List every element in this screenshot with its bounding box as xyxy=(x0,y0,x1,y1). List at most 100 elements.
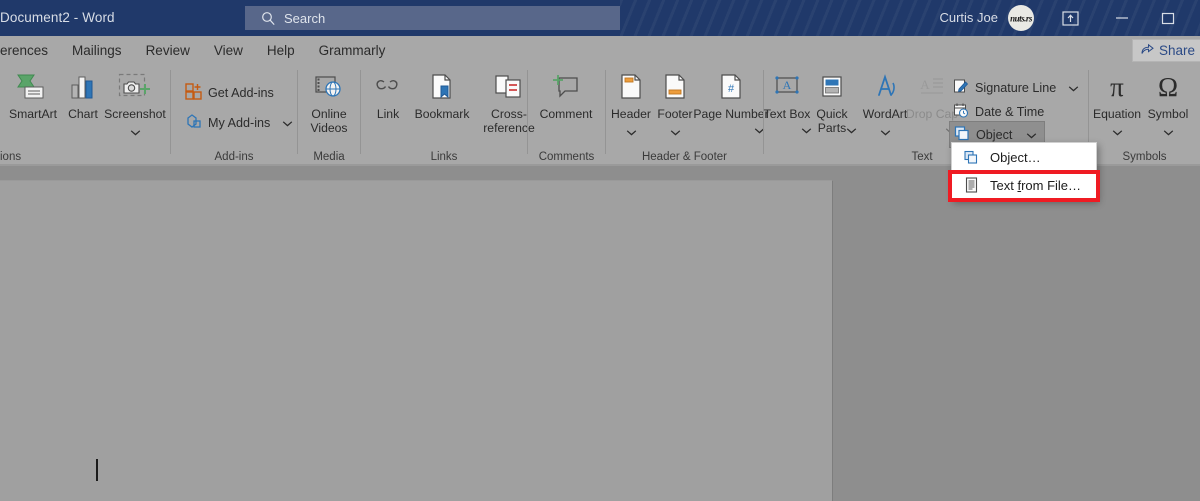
chevron-down-icon[interactable] xyxy=(626,123,637,141)
link-label: Link xyxy=(376,107,400,121)
screenshot-icon xyxy=(117,69,153,105)
signature-line-button[interactable]: Signature Line xyxy=(953,78,1079,97)
chevron-down-icon[interactable] xyxy=(1112,123,1123,141)
my-addins-icon xyxy=(185,113,202,133)
screenshot-label: Screenshot xyxy=(104,107,166,121)
word-window: Document2 - Word Search Curtis Joe nuts.… xyxy=(0,0,1200,501)
minimize-icon[interactable] xyxy=(1100,0,1144,36)
link-button[interactable]: Link xyxy=(365,69,411,122)
date-time-icon xyxy=(953,102,969,121)
get-addins-icon xyxy=(185,83,202,103)
maximize-icon[interactable] xyxy=(1146,0,1190,36)
cross-reference-icon xyxy=(494,69,524,105)
ribbon-group-add-ins: Get Add-ins My Add-ins Add-ins xyxy=(171,65,297,166)
account-name[interactable]: Curtis Joe xyxy=(939,10,998,25)
avatar-label: nuts.rs xyxy=(1010,12,1032,24)
menu-item-object[interactable]: Object… xyxy=(952,143,1096,171)
search-input[interactable]: Search xyxy=(245,6,620,30)
title-bar: Document2 - Word Search Curtis Joe nuts.… xyxy=(0,0,1200,36)
text-caret xyxy=(96,459,98,481)
ribbon-group-label-links: Links xyxy=(430,151,458,163)
share-button[interactable]: Share xyxy=(1131,39,1200,62)
header-icon xyxy=(618,69,644,105)
footer-label: Footer xyxy=(657,107,693,121)
search-placeholder: Search xyxy=(284,10,326,26)
ribbon-group-label-symbols: Symbols xyxy=(1122,151,1167,163)
get-add-ins-button[interactable]: Get Add-ins xyxy=(185,83,274,103)
symbol-button[interactable]: Ω Symbol xyxy=(1142,69,1194,141)
get-add-ins-label: Get Add-ins xyxy=(208,86,274,100)
online-videos-button[interactable]: Online Videos xyxy=(298,69,360,135)
ribbon-group-header-footer: Header Footer # Page Number Header & Foo… xyxy=(606,65,769,166)
footer-button[interactable]: Footer xyxy=(652,69,698,141)
ribbon-group-links: Link Bookmark Cross-reference Links xyxy=(361,65,535,166)
wordart-button[interactable]: WordArt xyxy=(856,69,914,141)
my-add-ins-button[interactable]: My Add-ins xyxy=(185,113,293,133)
object-label: Object xyxy=(976,127,1013,142)
smartart-icon xyxy=(16,69,50,105)
tab-view[interactable]: View xyxy=(202,36,255,65)
chart-icon xyxy=(68,69,98,105)
ribbon-group-media: Online Videos Media xyxy=(298,65,360,166)
ribbon-group-label-text: Text xyxy=(911,151,933,163)
quick-parts-icon xyxy=(819,69,845,105)
chevron-down-icon[interactable] xyxy=(282,116,293,130)
signature-line-icon xyxy=(953,78,969,97)
page-number-icon: # xyxy=(718,69,744,105)
link-icon xyxy=(373,69,403,105)
equation-label: Equation xyxy=(1092,107,1142,121)
chevron-down-icon[interactable] xyxy=(1068,81,1079,95)
tab-references[interactable]: erences xyxy=(0,36,60,65)
svg-text:#: # xyxy=(728,83,735,95)
comment-label: Comment xyxy=(539,107,593,121)
drop-cap-button[interactable]: A Drop Cap xyxy=(906,69,958,122)
object-icon xyxy=(962,150,980,165)
wordart-icon xyxy=(871,69,899,105)
tab-help[interactable]: Help xyxy=(255,36,307,65)
tab-mailings[interactable]: Mailings xyxy=(60,36,134,65)
ribbon-group-label-add-ins: Add-ins xyxy=(214,151,254,163)
comment-icon xyxy=(550,69,582,105)
equation-button[interactable]: π Equation xyxy=(1089,69,1145,141)
ribbon-group-label-header-footer: Header & Footer xyxy=(641,151,727,163)
equation-icon: π xyxy=(1110,72,1124,102)
chevron-down-icon[interactable] xyxy=(1026,128,1037,142)
chevron-down-icon[interactable] xyxy=(880,123,891,141)
comment-button[interactable]: Comment xyxy=(535,69,597,122)
ribbon-display-options-icon[interactable] xyxy=(1048,0,1092,36)
screenshot-button[interactable]: Screenshot xyxy=(101,69,169,141)
my-add-ins-label: My Add-ins xyxy=(208,116,271,130)
bookmark-label: Bookmark xyxy=(414,107,470,121)
annotation-highlight-rectangle xyxy=(948,170,1100,202)
date-time-button[interactable]: Date & Time xyxy=(953,102,1044,121)
ribbon-group-label-illustrations: ions xyxy=(0,151,22,163)
page-number-button[interactable]: # Page Number xyxy=(693,69,769,122)
ribbon-tab-strip: erences Mailings Review View Help Gramma… xyxy=(0,36,1200,65)
bookmark-icon xyxy=(428,69,456,105)
svg-text:A: A xyxy=(783,78,792,92)
header-label: Header xyxy=(611,107,651,121)
document-page[interactable] xyxy=(0,180,833,501)
symbol-label: Symbol xyxy=(1147,107,1189,121)
ribbon-group-comments: Comment Comments xyxy=(528,65,605,166)
smartart-label: SmartArt xyxy=(8,107,58,121)
online-videos-icon xyxy=(314,69,344,105)
bookmark-button[interactable]: Bookmark xyxy=(409,69,475,122)
chevron-down-icon[interactable] xyxy=(670,123,681,141)
ribbon-group-symbols: π Equation Ω Symbol Symbols xyxy=(1089,65,1200,166)
chevron-down-icon[interactable] xyxy=(130,123,141,141)
search-icon xyxy=(261,11,276,26)
chevron-down-icon[interactable] xyxy=(1163,123,1174,141)
symbol-icon: Ω xyxy=(1157,72,1179,102)
tab-grammarly[interactable]: Grammarly xyxy=(307,36,398,65)
menu-item-object-label: Object… xyxy=(990,149,1041,165)
avatar[interactable]: nuts.rs xyxy=(1008,5,1034,31)
tab-review[interactable]: Review xyxy=(134,36,202,65)
text-box-icon: A xyxy=(773,69,801,105)
svg-text:A: A xyxy=(920,77,930,92)
share-label: Share xyxy=(1158,43,1195,58)
chart-label: Chart xyxy=(68,107,98,121)
header-button[interactable]: Header xyxy=(608,69,654,141)
footer-icon xyxy=(662,69,688,105)
date-time-label: Date & Time xyxy=(975,104,1045,119)
